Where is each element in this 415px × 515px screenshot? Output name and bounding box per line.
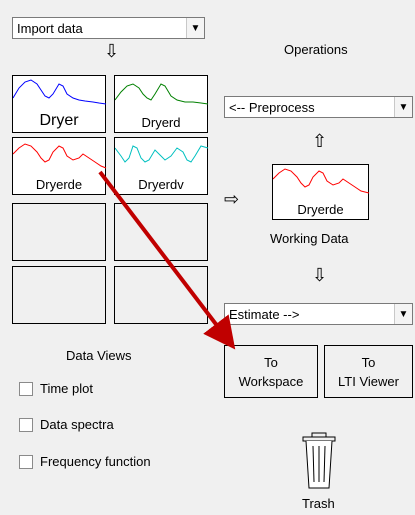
to-workspace-button[interactable]: To Workspace — [224, 345, 318, 398]
to-lti-viewer-button[interactable]: To LTI Viewer — [324, 345, 413, 398]
data-tile-dryerdv[interactable]: Dryerdv — [114, 137, 209, 195]
checkbox-box[interactable] — [19, 417, 33, 432]
plot-dryerde — [13, 143, 107, 169]
working-data-label: Dryerde — [297, 202, 344, 217]
plot-working-data — [273, 168, 370, 194]
checkbox-box[interactable] — [19, 454, 33, 469]
chevron-down-icon[interactable]: ▼ — [394, 97, 412, 117]
data-views-title: Data Views — [66, 348, 132, 363]
tile-label: Dryerdv — [138, 177, 184, 192]
arrow-down-icon: ⇩ — [312, 265, 328, 285]
data-tile-dryerde[interactable]: Dryerde — [12, 137, 107, 195]
plot-line — [13, 79, 107, 105]
plot-dryer — [13, 79, 107, 105]
frequency-function-checkbox[interactable]: Frequency function — [19, 454, 151, 469]
plot-line — [13, 143, 107, 169]
plot-line — [115, 145, 209, 163]
data-tile-empty[interactable] — [12, 203, 106, 261]
preprocess-value: <-- Preprocess — [229, 99, 315, 115]
preprocess-dropdown[interactable]: <-- Preprocess ▼ — [224, 96, 413, 118]
to-lti-line2: LTI Viewer — [338, 373, 399, 389]
trash-label: Trash — [302, 496, 335, 511]
estimate-dropdown[interactable]: Estimate --> ▼ — [224, 303, 413, 325]
estimate-value: Estimate --> — [229, 306, 300, 322]
import-data-value: Import data — [17, 20, 83, 36]
data-spectra-checkbox[interactable]: Data spectra — [19, 417, 114, 432]
to-lti-line1: To — [361, 354, 376, 370]
checkbox-label: Data spectra — [40, 417, 114, 432]
checkbox-label: Time plot — [40, 381, 93, 396]
data-tile-dryerd[interactable]: Dryerd — [114, 75, 209, 133]
checkbox-label: Frequency function — [40, 454, 151, 469]
checkbox-box[interactable] — [19, 381, 33, 396]
working-data-tile[interactable]: Dryerde — [272, 164, 370, 220]
plot-dryerdv — [115, 145, 209, 163]
arrow-up-icon: ⇧ — [312, 131, 328, 151]
to-workspace-line2: Workspace — [238, 373, 304, 389]
chevron-down-icon[interactable]: ▼ — [186, 18, 204, 38]
to-workspace-line1: To — [264, 354, 278, 370]
plot-line — [115, 83, 209, 105]
data-tile-dryer[interactable]: Dryer — [12, 75, 107, 133]
tile-label: Dryerde — [35, 177, 83, 192]
time-plot-checkbox[interactable]: Time plot — [19, 381, 93, 396]
arrow-down-icon: ⇩ — [104, 41, 120, 61]
data-tile-empty[interactable] — [114, 203, 208, 261]
plot-dryerd — [115, 83, 209, 105]
tile-label: Dryerd — [141, 115, 181, 130]
working-data-caption: Working Data — [270, 231, 349, 246]
arrow-right-icon: ⇨ — [224, 189, 240, 209]
trash-icon[interactable] — [300, 432, 338, 490]
chevron-down-icon[interactable]: ▼ — [394, 304, 412, 324]
operations-title: Operations — [284, 42, 348, 57]
plot-line — [273, 168, 370, 194]
data-tile-empty[interactable] — [12, 266, 106, 324]
data-tile-empty[interactable] — [114, 266, 208, 324]
import-data-dropdown[interactable]: Import data ▼ — [12, 17, 205, 39]
tile-label: Dryer — [39, 112, 79, 129]
